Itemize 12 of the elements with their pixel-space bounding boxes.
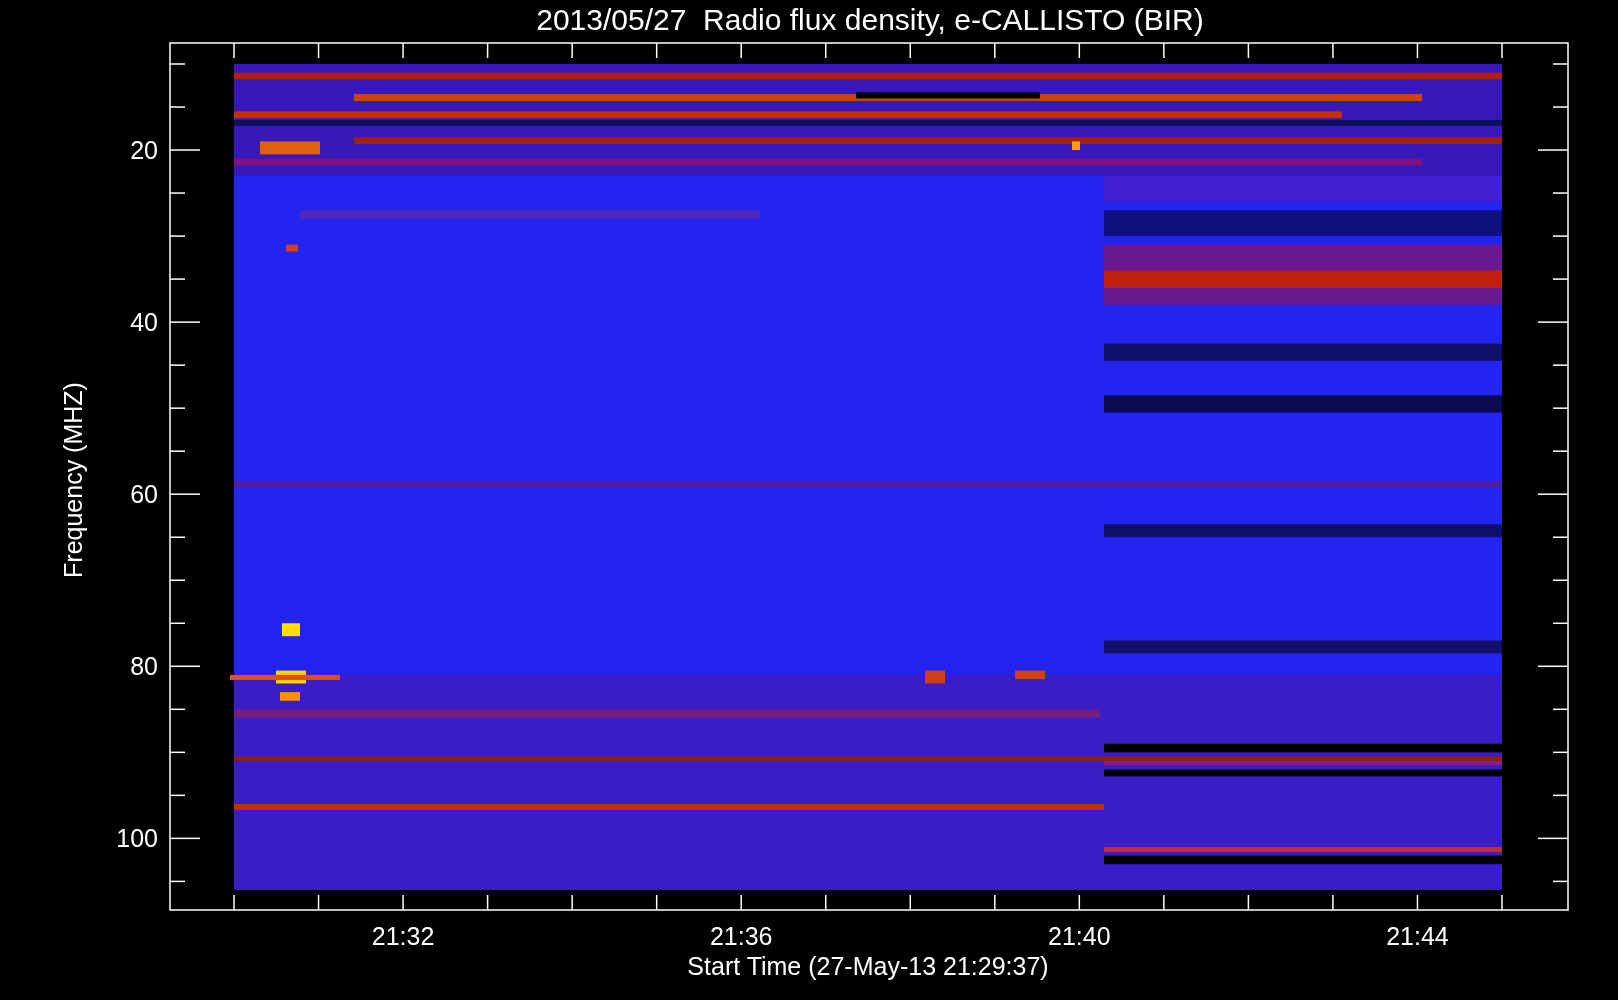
tick-label: 21:32 [371,922,435,950]
plot-title: 2013/05/27 Radio flux density, e-CALLISTO (BIR) [536,3,1204,36]
axis-label: Start Time (27-May-13 21:29:37) [687,952,1049,980]
tick-label: 40 [130,308,158,337]
axis-label: Frequency (MHZ) [59,382,87,578]
tick-label: 80 [130,652,158,681]
tick-label: 100 [116,824,158,853]
tick-label: 21:44 [1386,922,1449,950]
tick-label: 21:40 [1048,922,1111,950]
tick-label: 21:36 [709,922,773,950]
tick-label: 20 [130,136,158,165]
tick-label: 60 [130,480,158,509]
